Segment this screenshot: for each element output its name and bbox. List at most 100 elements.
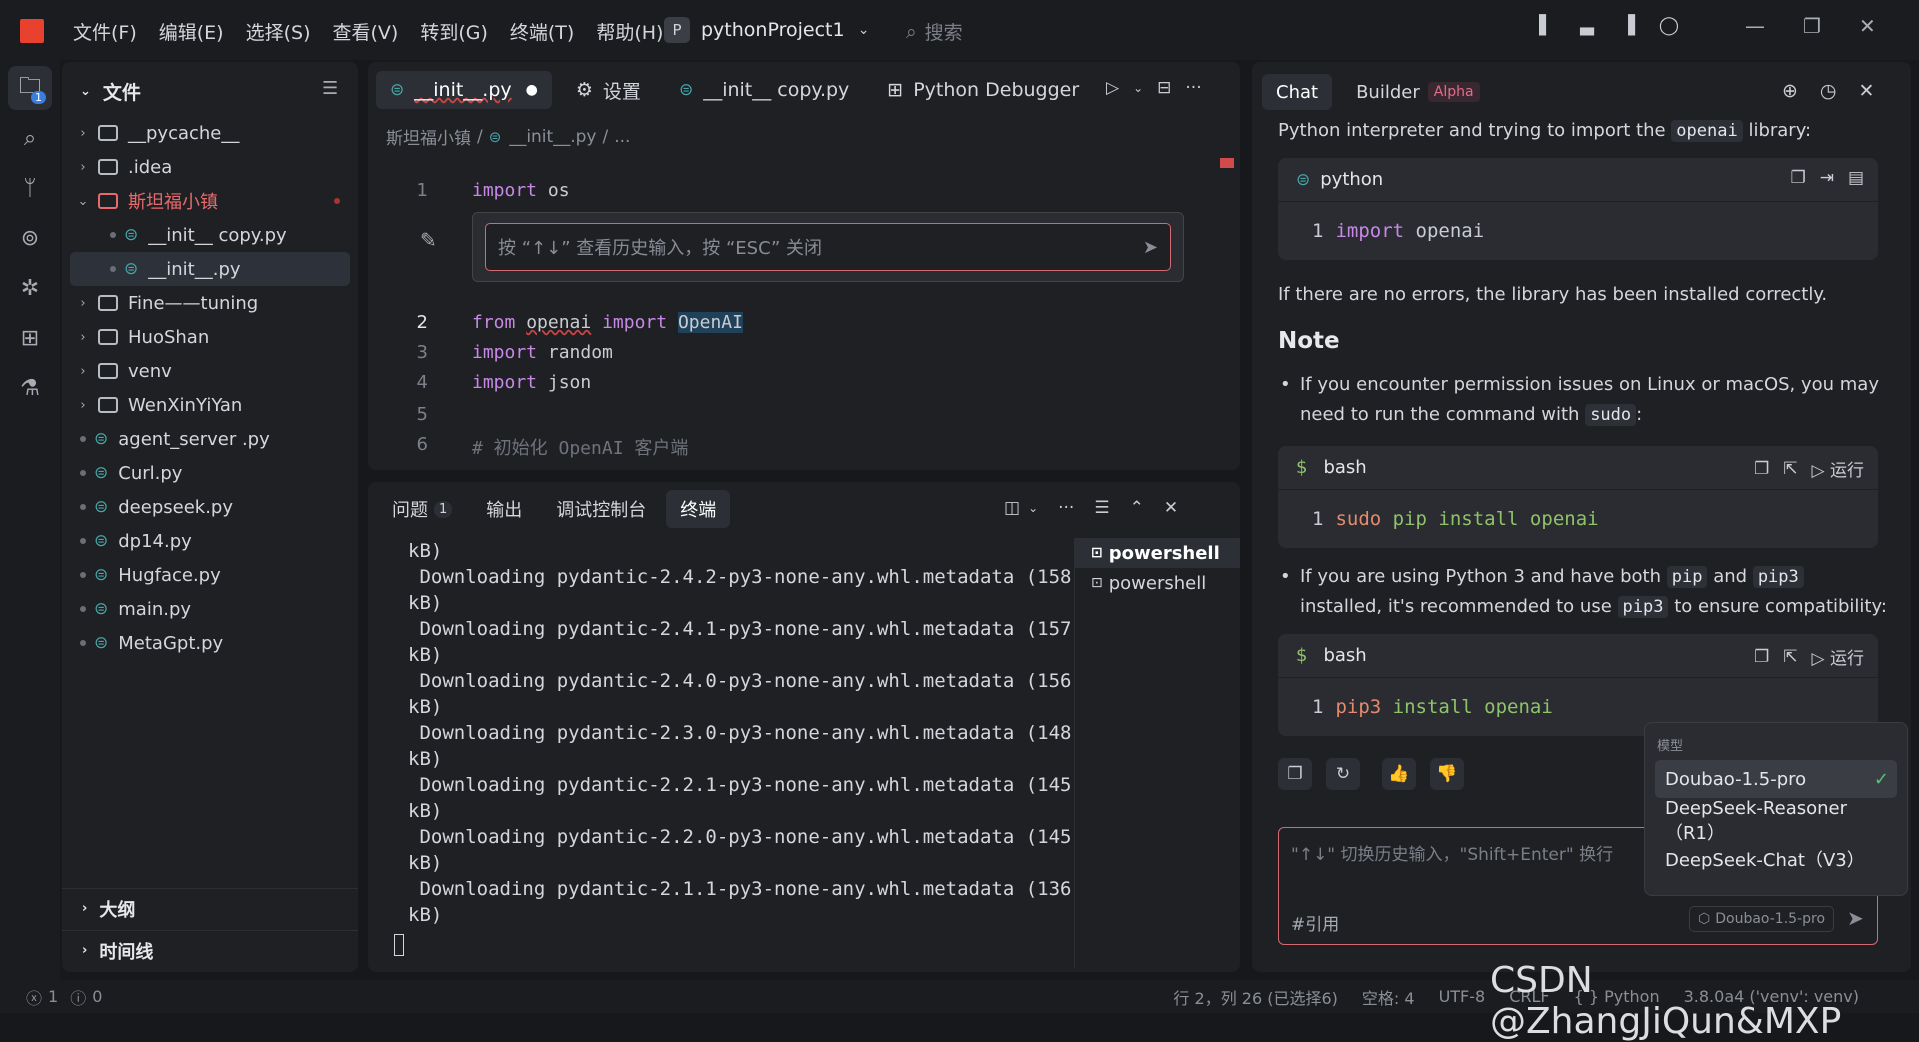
regenerate-icon[interactable]: ↻: [1326, 758, 1360, 790]
split-editor-icon[interactable]: ⊟: [1157, 78, 1171, 98]
tree-folder[interactable]: › Fine——tuning: [62, 286, 358, 320]
ai-edit-icon[interactable]: ✎: [420, 228, 437, 252]
chevron-down-icon[interactable]: ⌄: [80, 84, 91, 99]
explorer-activity[interactable]: 🗀 1: [8, 66, 52, 110]
more-icon[interactable]: ···: [1185, 78, 1201, 98]
filter-icon[interactable]: ☰: [322, 78, 338, 99]
tab-chat[interactable]: Chat: [1262, 74, 1333, 110]
tab-init-copy[interactable]: ⊜ __init__ copy.py: [665, 71, 863, 109]
outline-section[interactable]: › 大纲: [62, 888, 358, 928]
tree-folder[interactable]: › HuoShan: [62, 320, 358, 354]
tree-file[interactable]: ⊜ Hugface.py: [62, 558, 358, 592]
toggle-secondary-sidebar-icon[interactable]: ▐: [1617, 14, 1639, 36]
menu-help[interactable]: 帮助(H): [585, 18, 674, 45]
tree-folder[interactable]: › __pycache__: [62, 116, 358, 150]
tree-folder[interactable]: ⌄ 斯坦福小镇: [62, 184, 358, 218]
menu-view[interactable]: 查看(V): [322, 18, 410, 45]
cursor-position[interactable]: 行 2，列 26 (已选择6): [1173, 985, 1337, 1009]
close-icon[interactable]: ✕: [1164, 498, 1178, 518]
model-option[interactable]: DeepSeek-Reasoner（R1）: [1655, 798, 1897, 844]
reference-button[interactable]: #引用: [1291, 910, 1339, 935]
copy-icon[interactable]: ❐: [1754, 459, 1769, 479]
send-icon[interactable]: ➤: [1143, 237, 1158, 258]
run-icon[interactable]: ▷: [1106, 78, 1119, 98]
insert-icon[interactable]: ⇥: [1820, 168, 1834, 188]
tree-folder[interactable]: › .idea: [62, 150, 358, 184]
debug-activity[interactable]: ✲: [8, 266, 52, 310]
model-chip[interactable]: ⬡ Doubao-1.5-pro: [1689, 906, 1835, 932]
toggle-panel-icon[interactable]: ▃: [1576, 14, 1598, 36]
chevron-down-icon[interactable]: ⌄: [1028, 501, 1038, 515]
tree-folder[interactable]: › WenXinYiYan: [62, 388, 358, 422]
indentation[interactable]: 空格: 4: [1362, 985, 1415, 1009]
search-box[interactable]: ⌕ 搜索: [906, 18, 963, 45]
settings-sliders-icon[interactable]: ☰: [1094, 498, 1109, 518]
inline-chat-input[interactable]: 按 “↑↓” 查看历史输入，按 “ESC” 关闭 ➤: [485, 223, 1171, 271]
history-icon[interactable]: ◷: [1820, 80, 1837, 102]
tree-file[interactable]: ⊜ MetaGpt.py: [62, 626, 358, 660]
tree-file[interactable]: ⊜ Curl.py: [62, 456, 358, 490]
breadcrumb-file[interactable]: __init__.py: [509, 127, 596, 147]
terminal-output[interactable]: kB) Downloading pydantic-2.4.2-py3-none-…: [408, 538, 1071, 928]
tree-file[interactable]: ⊜ __init__.py: [70, 252, 350, 286]
close-icon[interactable]: ✕: [1859, 80, 1875, 102]
tree-file[interactable]: ⊜ deepseek.py: [62, 490, 358, 524]
close-icon[interactable]: ✕: [1859, 14, 1876, 38]
menu-file[interactable]: 文件(F): [62, 18, 148, 45]
copy-icon[interactable]: ❐: [1278, 758, 1312, 790]
tab-init-py[interactable]: ⊜ __init__.py ●: [376, 71, 552, 109]
tab-python-debugger[interactable]: ⊞ Python Debugger: [873, 71, 1093, 109]
toggle-sidebar-icon[interactable]: ▌: [1535, 14, 1557, 36]
tree-file[interactable]: ⊜ __init__ copy.py: [62, 218, 358, 252]
testing-activity[interactable]: ⚗: [8, 366, 52, 410]
chevron-down-icon[interactable]: ⌄: [1133, 81, 1143, 95]
menu-go[interactable]: 转到(G): [409, 18, 499, 45]
menu-edit[interactable]: 编辑(E): [148, 18, 235, 45]
model-option[interactable]: DeepSeek-Chat（V3）: [1655, 840, 1897, 878]
tab-builder[interactable]: Builder Alpha: [1342, 74, 1493, 110]
account-icon[interactable]: ◯: [1658, 14, 1680, 36]
tree-file[interactable]: ⊜ agent_server .py: [62, 422, 358, 456]
tab-settings[interactable]: ⚙ 设置: [562, 71, 655, 109]
maximize-icon[interactable]: ⌃: [1130, 498, 1144, 518]
breadcrumb-folder[interactable]: 斯坦福小镇: [386, 124, 471, 149]
menu-select[interactable]: 选择(S): [235, 18, 322, 45]
split-terminal-icon[interactable]: ◫: [1004, 498, 1020, 518]
extensions-activity[interactable]: ⊞: [8, 316, 52, 360]
terminal-item[interactable]: ⊡ powershell: [1075, 568, 1240, 598]
new-chat-icon[interactable]: ⊕: [1782, 80, 1798, 102]
insert-terminal-icon[interactable]: ⇱: [1783, 459, 1797, 479]
tree-folder[interactable]: › venv: [62, 354, 358, 388]
timeline-section[interactable]: › 时间线: [62, 930, 358, 970]
project-switcher[interactable]: P pythonProject1 ⌄: [664, 14, 875, 46]
source-control-activity[interactable]: ᛘ: [8, 166, 52, 210]
copy-icon[interactable]: ❐: [1790, 168, 1805, 188]
new-file-icon[interactable]: ▤: [1848, 168, 1864, 188]
encoding[interactable]: UTF-8: [1439, 987, 1486, 1006]
model-option[interactable]: Doubao-1.5-pro ✓: [1655, 760, 1897, 798]
thumbs-up-icon[interactable]: 👍: [1382, 758, 1416, 790]
problems-status[interactable]: ⓧ 1 ⓘ 0: [26, 985, 102, 1009]
minimize-icon[interactable]: —: [1745, 14, 1765, 38]
insert-terminal-icon[interactable]: ⇱: [1783, 647, 1797, 667]
copy-icon[interactable]: ❐: [1754, 647, 1769, 667]
restore-icon[interactable]: ❐: [1803, 14, 1821, 38]
ai-activity[interactable]: ⊚: [8, 216, 52, 260]
more-icon[interactable]: ···: [1058, 498, 1074, 518]
tab-output[interactable]: 输出: [472, 490, 536, 528]
unsaved-dot-icon[interactable]: ●: [526, 82, 538, 98]
terminal-item[interactable]: ⊡ powershell: [1075, 538, 1240, 568]
run-button[interactable]: ▷ 运行: [1812, 456, 1864, 481]
breadcrumb-more[interactable]: ...: [614, 127, 630, 147]
tab-debug-console[interactable]: 调试控制台: [542, 490, 660, 528]
tree-file[interactable]: ⊜ dp14.py: [62, 524, 358, 558]
inline-chat-box: 按 “↑↓” 查看历史输入，按 “ESC” 关闭 ➤: [472, 212, 1184, 282]
tab-terminal[interactable]: 终端: [666, 490, 731, 528]
run-button[interactable]: ▷ 运行: [1812, 644, 1864, 669]
menu-terminal[interactable]: 终端(T): [499, 18, 585, 45]
tree-file[interactable]: ⊜ main.py: [62, 592, 358, 626]
tab-problems[interactable]: 问题 1: [378, 490, 466, 528]
search-activity[interactable]: ⌕: [8, 116, 52, 160]
thumbs-down-icon[interactable]: 👎: [1430, 758, 1464, 790]
send-icon[interactable]: ➤: [1847, 906, 1864, 930]
